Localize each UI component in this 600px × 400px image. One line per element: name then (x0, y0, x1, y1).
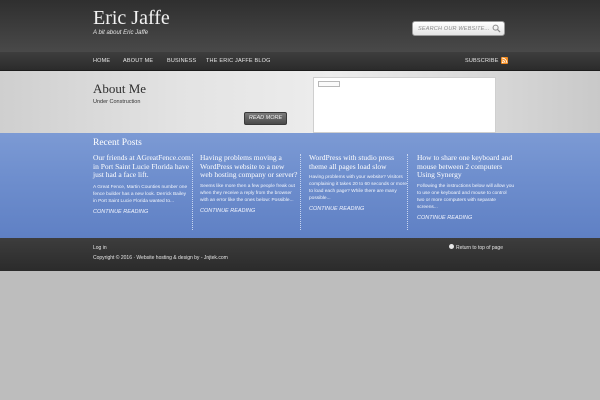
rss-icon[interactable] (501, 57, 508, 64)
site-title[interactable]: Eric Jaffe (93, 7, 170, 30)
login-link[interactable]: Log in (93, 245, 107, 251)
nav-item-subscribe[interactable]: SUBSCRIBE (465, 58, 499, 64)
search-placeholder: SEARCH OUR WEBSITE... (418, 26, 490, 32)
hero-text: Under Construction (93, 99, 141, 105)
recent-posts-section: Recent Posts Our friends at AGreatFence.… (0, 133, 600, 238)
site-header: Eric Jaffe A bit about Eric Jaffe SEARCH… (0, 0, 600, 52)
read-more-button[interactable]: READ MORE (244, 112, 287, 125)
post-excerpt: Following the instructions below will al… (417, 183, 515, 210)
post-divider (192, 154, 193, 230)
nav-item-home[interactable]: HOME (93, 58, 110, 64)
post-item: Having problems moving a WordPress websi… (200, 153, 298, 232)
hero-title[interactable]: About Me (93, 81, 146, 97)
post-item: How to share one keyboard and mouse betw… (417, 153, 515, 232)
search-icon[interactable] (492, 24, 501, 33)
post-title[interactable]: Our friends at AGreatFence.com in Port S… (93, 153, 191, 180)
featured-image-placeholder (318, 81, 340, 87)
post-excerpt: Having problems with your website? Visit… (309, 175, 407, 202)
post-title[interactable]: How to share one keyboard and mouse betw… (417, 153, 515, 180)
featured-image-box (313, 77, 496, 133)
return-to-top-link[interactable]: Return to top of page (449, 244, 503, 251)
post-excerpt: A Great Fence, Martin Counties number on… (93, 184, 188, 204)
copyright-text: Copyright © 2016 · Website hosting & des… (93, 255, 228, 261)
main-nav: HOME ABOUT ME BUSINESS THE ERIC JAFFE BL… (0, 52, 600, 71)
post-title[interactable]: Having problems moving a WordPress websi… (200, 153, 298, 180)
arrow-up-icon (449, 244, 454, 250)
recent-posts-heading: Recent Posts (93, 138, 142, 148)
nav-item-business[interactable]: BUSINESS (167, 58, 196, 64)
site-description: A bit about Eric Jaffe (93, 30, 149, 36)
continue-reading-link[interactable]: CONTINUE READING (417, 215, 515, 221)
site-footer: Log in Copyright © 2016 · Website hostin… (0, 238, 600, 271)
post-item: Our friends at AGreatFence.com in Port S… (93, 153, 191, 232)
continue-reading-link[interactable]: CONTINUE READING (93, 209, 191, 215)
hero-section: About Me Under Construction READ MORE (0, 71, 600, 133)
search-input[interactable]: SEARCH OUR WEBSITE... (412, 21, 505, 36)
post-excerpt: Seems like more then a few people freak … (200, 183, 295, 203)
post-title[interactable]: WordPress with studio press theme all pa… (309, 153, 407, 171)
nav-item-blog[interactable]: THE ERIC JAFFE BLOG (206, 58, 271, 64)
post-item: WordPress with studio press theme all pa… (309, 153, 407, 232)
nav-item-about-me[interactable]: ABOUT ME (123, 58, 153, 64)
post-divider (300, 154, 301, 230)
continue-reading-link[interactable]: CONTINUE READING (200, 208, 298, 214)
post-divider (407, 154, 408, 230)
return-to-top-label: Return to top of page (456, 245, 503, 251)
continue-reading-link[interactable]: CONTINUE READING (309, 206, 407, 212)
